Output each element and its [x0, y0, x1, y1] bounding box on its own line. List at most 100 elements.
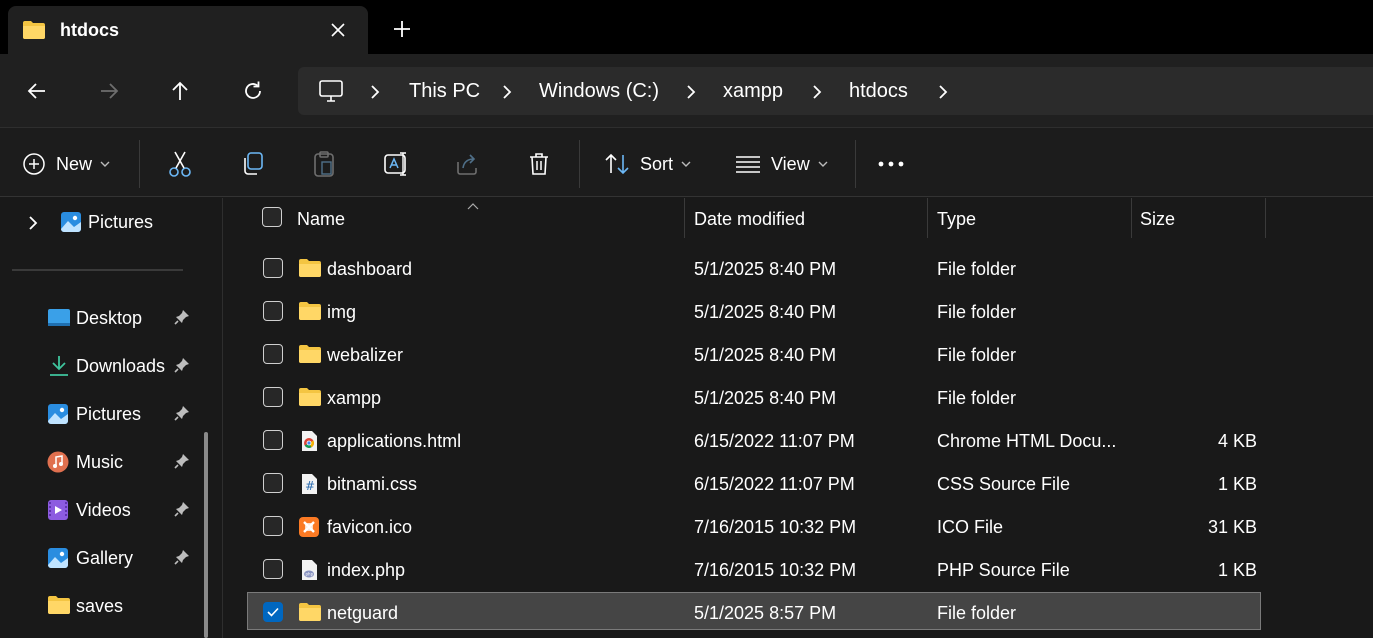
file-name[interactable]: webalizer — [327, 345, 403, 366]
up-button[interactable] — [165, 76, 195, 106]
file-name[interactable]: xampp — [327, 388, 381, 409]
file-name[interactable]: bitnami.css — [327, 474, 417, 495]
row-checkbox[interactable] — [263, 344, 283, 364]
paste-button[interactable] — [312, 150, 336, 178]
sidebar-item-pictures-tree[interactable]: Pictures — [0, 202, 200, 242]
row-checkbox[interactable] — [263, 559, 283, 579]
file-row-index-php[interactable]: php index.php 7/16/2015 10:32 PM PHP Sou… — [247, 549, 1261, 589]
file-name[interactable]: applications.html — [327, 431, 461, 452]
tab-htdocs[interactable]: htdocs — [8, 6, 368, 54]
xampp-icon — [298, 516, 320, 538]
file-size: 1 KB — [1217, 474, 1257, 494]
pin-icon[interactable] — [173, 500, 191, 518]
column-divider[interactable] — [927, 198, 928, 238]
address-bar[interactable]: This PC Windows (C:) xampp htdocs — [298, 67, 1373, 115]
computer-icon[interactable] — [318, 79, 344, 108]
file-name[interactable]: index.php — [327, 560, 405, 581]
sidebar-item-downloads[interactable]: Downloads — [0, 346, 200, 386]
chevron-right-icon[interactable] — [936, 83, 950, 101]
sidebar-item-gallery[interactable]: Gallery — [0, 538, 200, 578]
cut-button[interactable] — [167, 150, 193, 178]
sort-button[interactable]: Sort — [604, 150, 691, 178]
file-row-dashboard[interactable]: dashboard 5/1/2025 8:40 PM File folder — [247, 248, 1261, 288]
chevron-right-icon[interactable] — [368, 83, 382, 101]
pin-icon[interactable] — [173, 404, 191, 422]
sort-label: Sort — [640, 153, 674, 174]
file-name[interactable]: img — [327, 302, 356, 323]
sidebar-item-label: saves — [76, 596, 124, 616]
column-divider[interactable] — [1265, 198, 1266, 238]
folder-icon — [47, 595, 70, 617]
row-checkbox[interactable] — [263, 430, 283, 450]
back-arrow-icon — [27, 83, 45, 99]
view-button[interactable]: View — [735, 150, 828, 178]
column-date-modified[interactable]: Date modified — [694, 209, 805, 230]
sidebar-scrollbar[interactable] — [204, 432, 208, 638]
file-name[interactable]: favicon.ico — [327, 517, 412, 538]
sidebar-item-label: Videos — [76, 500, 131, 520]
more-options-button[interactable] — [877, 150, 905, 178]
file-name[interactable]: dashboard — [327, 259, 412, 280]
column-size[interactable]: Size — [1140, 209, 1175, 230]
chevron-right-icon[interactable] — [810, 83, 824, 101]
delete-button[interactable] — [527, 150, 551, 178]
chevron-right-icon[interactable] — [500, 83, 514, 101]
column-name[interactable]: Name — [297, 209, 345, 230]
chevron-right-icon[interactable] — [26, 214, 40, 237]
sidebar-item-pictures[interactable]: Pictures — [0, 394, 200, 434]
copy-button[interactable] — [240, 150, 266, 178]
row-checkbox-checked[interactable] — [263, 602, 283, 622]
rename-button[interactable] — [383, 150, 411, 178]
new-tab-button[interactable] — [390, 17, 414, 41]
file-row-webalizer[interactable]: webalizer 5/1/2025 8:40 PM File folder — [247, 334, 1261, 374]
forward-button[interactable] — [94, 76, 124, 106]
file-row-img[interactable]: img 5/1/2025 8:40 PM File folder — [247, 291, 1261, 331]
tab-bar: htdocs — [0, 0, 1373, 54]
file-row-applications-html[interactable]: applications.html 6/15/2022 11:07 PM Chr… — [247, 420, 1261, 460]
column-divider[interactable] — [1131, 198, 1132, 238]
sidebar-item-videos[interactable]: Videos — [0, 490, 200, 530]
row-checkbox[interactable] — [263, 473, 283, 493]
toolbar-divider — [139, 140, 140, 188]
refresh-button[interactable] — [238, 76, 268, 106]
share-button[interactable] — [455, 150, 481, 178]
file-row-netguard[interactable]: netguard 5/1/2025 8:57 PM File folder — [247, 592, 1261, 630]
pin-icon[interactable] — [173, 356, 191, 374]
breadcrumb-htdocs[interactable]: htdocs — [849, 80, 908, 103]
css-file-icon: # — [298, 473, 320, 495]
file-row-xampp[interactable]: xampp 5/1/2025 8:40 PM File folder — [247, 377, 1261, 417]
pin-icon[interactable] — [173, 548, 191, 566]
row-checkbox[interactable] — [263, 387, 283, 407]
row-checkbox[interactable] — [263, 301, 283, 321]
chevron-right-icon[interactable] — [684, 83, 698, 101]
column-divider[interactable] — [684, 198, 685, 238]
close-icon[interactable] — [326, 18, 350, 42]
breadcrumb-xampp[interactable]: xampp — [723, 80, 783, 103]
pin-icon[interactable] — [173, 308, 191, 326]
row-checkbox[interactable] — [263, 258, 283, 278]
file-size: 4 KB — [1217, 431, 1257, 451]
breadcrumb-windows-c[interactable]: Windows (C:) — [539, 80, 659, 103]
pin-icon[interactable] — [173, 452, 191, 470]
back-button[interactable] — [22, 76, 52, 106]
sidebar-item-desktop[interactable]: Desktop — [0, 298, 200, 338]
rename-icon — [384, 152, 406, 176]
new-button[interactable]: New — [22, 150, 110, 178]
column-type[interactable]: Type — [937, 209, 976, 230]
folder-icon — [298, 387, 321, 409]
file-type: Chrome HTML Docu... — [937, 431, 1117, 451]
share-icon — [457, 154, 477, 175]
breadcrumb-this-pc[interactable]: This PC — [409, 80, 480, 103]
chevron-down-icon — [100, 161, 110, 167]
php-file-icon: php — [298, 559, 320, 581]
chevron-down-icon — [681, 161, 691, 167]
select-all-checkbox[interactable] — [262, 207, 282, 227]
file-name[interactable]: netguard — [327, 603, 398, 624]
copy-icon — [244, 152, 263, 175]
row-checkbox[interactable] — [263, 516, 283, 536]
sidebar-item-music[interactable]: Music — [0, 442, 200, 482]
file-row-bitnami-css[interactable]: # bitnami.css 6/15/2022 11:07 PM CSS Sou… — [247, 463, 1261, 503]
file-date: 6/15/2022 11:07 PM — [694, 474, 855, 494]
sidebar-item-saves[interactable]: saves — [0, 586, 200, 626]
file-row-favicon-ico[interactable]: favicon.ico 7/16/2015 10:32 PM ICO File … — [247, 506, 1261, 546]
